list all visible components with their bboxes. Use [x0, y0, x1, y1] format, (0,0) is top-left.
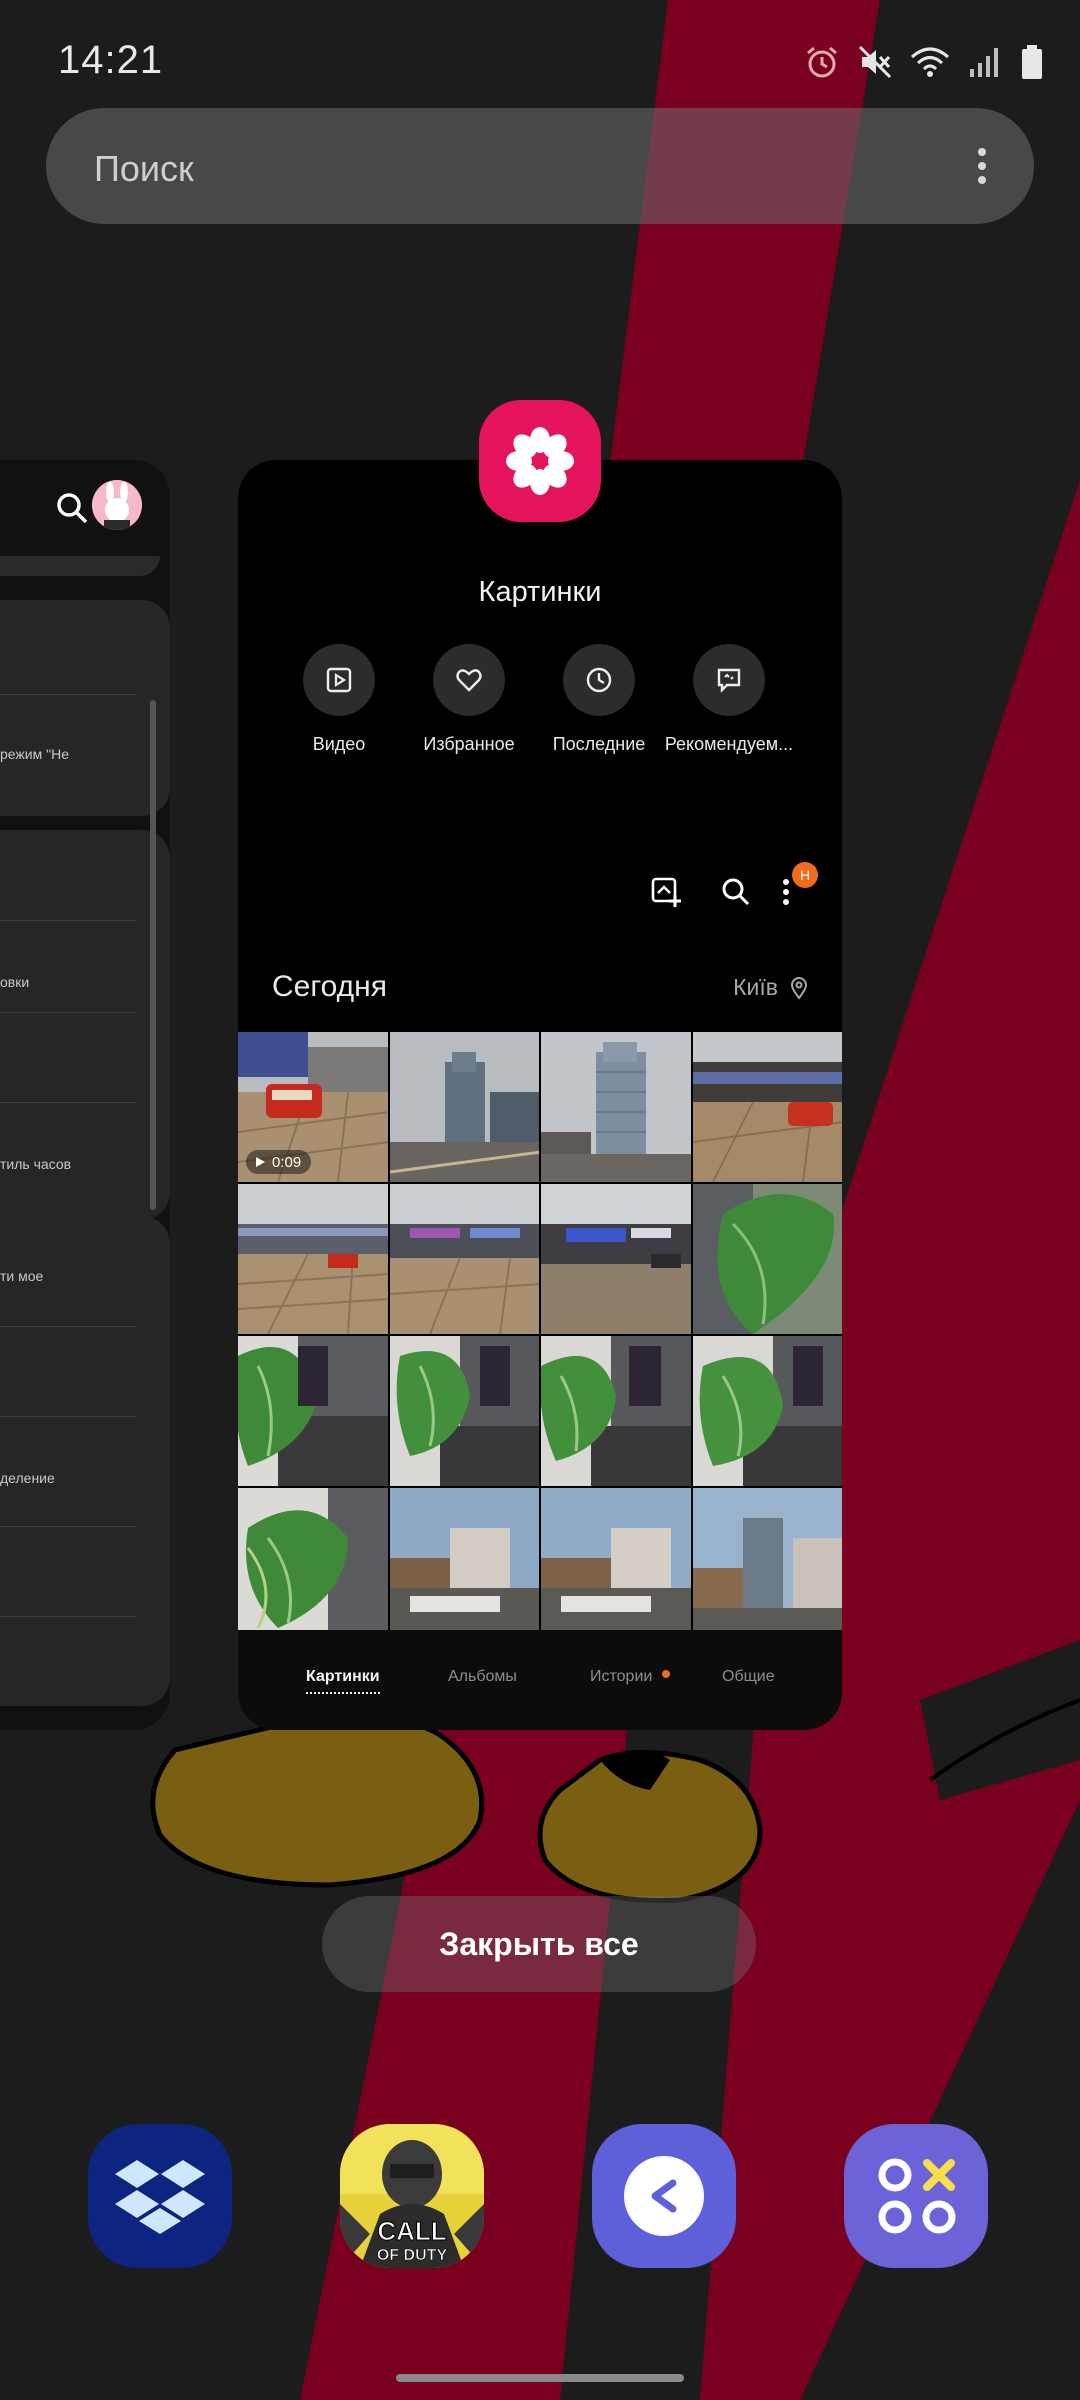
status-time: 14:21	[58, 38, 164, 82]
quick-action-video[interactable]: Видео	[270, 644, 408, 755]
svg-text:CALL: CALL	[377, 2216, 446, 2246]
location-pin-icon	[790, 977, 808, 1000]
photo-thumbnail[interactable]	[541, 1336, 691, 1486]
dropbox-app-icon[interactable]	[88, 2124, 232, 2268]
photo-thumbnail[interactable]	[541, 1184, 691, 1334]
photo-thumbnail[interactable]	[389, 1336, 539, 1486]
search-placeholder: Поиск	[94, 148, 194, 189]
clock-icon	[586, 667, 612, 693]
battery-icon	[1022, 45, 1042, 79]
left-card-text: ти мое	[0, 1268, 44, 1284]
more-options-icon	[783, 879, 789, 905]
signal-icon	[970, 48, 998, 77]
game-launcher-icon	[878, 2158, 956, 2234]
share-arrow-icon	[624, 2156, 704, 2236]
photo-thumbnail[interactable]	[238, 1488, 388, 1632]
left-card-text: деление	[0, 1470, 55, 1486]
photo-thumbnail[interactable]	[389, 1488, 539, 1632]
quick-action-label: Избранное	[423, 734, 515, 754]
photo-thumbnail[interactable]	[541, 1488, 691, 1632]
video-icon	[326, 667, 352, 693]
navigation-handle[interactable]	[396, 2374, 684, 2382]
quick-action-recent[interactable]: Последние	[530, 644, 668, 755]
close-all-button[interactable]: Закрыть все	[322, 1896, 756, 1992]
quick-action-suggestions[interactable]: Рекомендуем...	[660, 644, 798, 755]
left-card-text: тиль часов	[0, 1156, 72, 1172]
call-of-duty-icon: CALL OF DUTY	[340, 2124, 484, 2268]
avatar	[92, 480, 142, 530]
video-duration-badge: 0:09	[246, 1150, 312, 1174]
photo-thumbnail[interactable]	[389, 1032, 539, 1182]
mute-icon	[858, 45, 892, 79]
new-content-dot	[662, 1670, 670, 1678]
tab-label: Альбомы	[448, 1668, 517, 1685]
photo-thumbnail[interactable]	[389, 1184, 539, 1334]
tab-pictures[interactable]: Картинки	[306, 1668, 380, 1694]
quick-action-label: Видео	[312, 734, 366, 754]
search-icon	[722, 878, 750, 906]
location-label[interactable]: Київ	[733, 974, 778, 1001]
photo-thumbnail[interactable]	[692, 1032, 842, 1182]
active-tab-indicator	[306, 1692, 380, 1694]
tab-label: Картинки	[306, 1668, 380, 1685]
photo-thumbnail[interactable]: 0:09	[238, 1032, 388, 1182]
gallery-title: Картинки	[478, 576, 602, 608]
tab-label: Общие	[722, 1668, 775, 1685]
tab-albums[interactable]: Альбомы	[448, 1668, 517, 1686]
status-bar: 14:21	[0, 0, 1080, 120]
alarm-icon	[807, 46, 837, 78]
recent-app-card-left[interactable]: режим "Не овки тиль часов ти мое деление	[0, 460, 170, 1730]
photo-thumbnail[interactable]	[238, 1336, 388, 1486]
date-header: Сегодня	[272, 970, 387, 1003]
photo-thumbnail[interactable]	[541, 1032, 691, 1182]
recent-app-card-gallery[interactable]: Картинки Видео Избранное Последние Реком…	[238, 460, 842, 1730]
gallery-app-icon[interactable]	[479, 400, 601, 522]
status-icons	[804, 40, 1044, 84]
quick-actions: Видео Избранное Последние Рекомендуем...	[270, 644, 810, 764]
search-bar[interactable]: Поиск	[46, 108, 1034, 224]
left-card-section: режим "Не	[0, 600, 170, 816]
dropbox-icon	[115, 2160, 205, 2234]
photo-thumbnail[interactable]	[692, 1488, 842, 1632]
photo-thumbnail[interactable]	[238, 1184, 388, 1334]
left-card-section: овки тиль часов	[0, 830, 170, 1220]
quick-action-label: Последние	[552, 734, 646, 754]
photo-thumbnail[interactable]	[692, 1336, 842, 1486]
tab-stories[interactable]: Истории	[590, 1668, 652, 1686]
create-icon	[651, 877, 681, 907]
left-card-strip	[0, 556, 160, 576]
suggestions-icon	[717, 668, 741, 693]
create-button[interactable]	[644, 870, 688, 914]
more-options-icon[interactable]	[972, 144, 992, 188]
game-launcher-app-icon[interactable]	[844, 2124, 988, 2268]
notification-badge: Н	[792, 862, 818, 888]
flower-icon	[506, 427, 574, 495]
left-card-text: режим "Не	[0, 746, 69, 762]
search-button[interactable]	[714, 870, 758, 914]
search-icon	[57, 493, 88, 524]
gallery-bottom-nav: Картинки Альбомы Истории Общие	[238, 1630, 842, 1730]
photo-grid: 0:09	[238, 1032, 842, 1632]
quick-action-favorites[interactable]: Избранное	[400, 644, 538, 755]
tab-shared[interactable]: Общие	[722, 1668, 775, 1686]
wifi-icon	[911, 47, 949, 77]
gallery-toolbar: Н	[238, 862, 842, 920]
scrollbar[interactable]	[150, 700, 156, 1210]
left-card-section: ти мое деление	[0, 1216, 170, 1706]
quick-action-label: Рекомендуем...	[664, 734, 794, 754]
samsung-share-app-icon[interactable]	[592, 2124, 736, 2268]
video-duration: 0:09	[272, 1153, 302, 1171]
svg-text:OF DUTY: OF DUTY	[377, 2247, 448, 2264]
tab-label: Истории	[590, 1668, 653, 1685]
call-of-duty-app-icon[interactable]: CALL OF DUTY	[340, 2124, 484, 2268]
photo-thumbnail[interactable]	[692, 1184, 842, 1334]
left-card-text: овки	[0, 974, 30, 990]
heart-icon	[456, 669, 482, 692]
date-header-row: Сегодня Київ	[238, 970, 842, 1010]
play-icon	[256, 1157, 265, 1167]
